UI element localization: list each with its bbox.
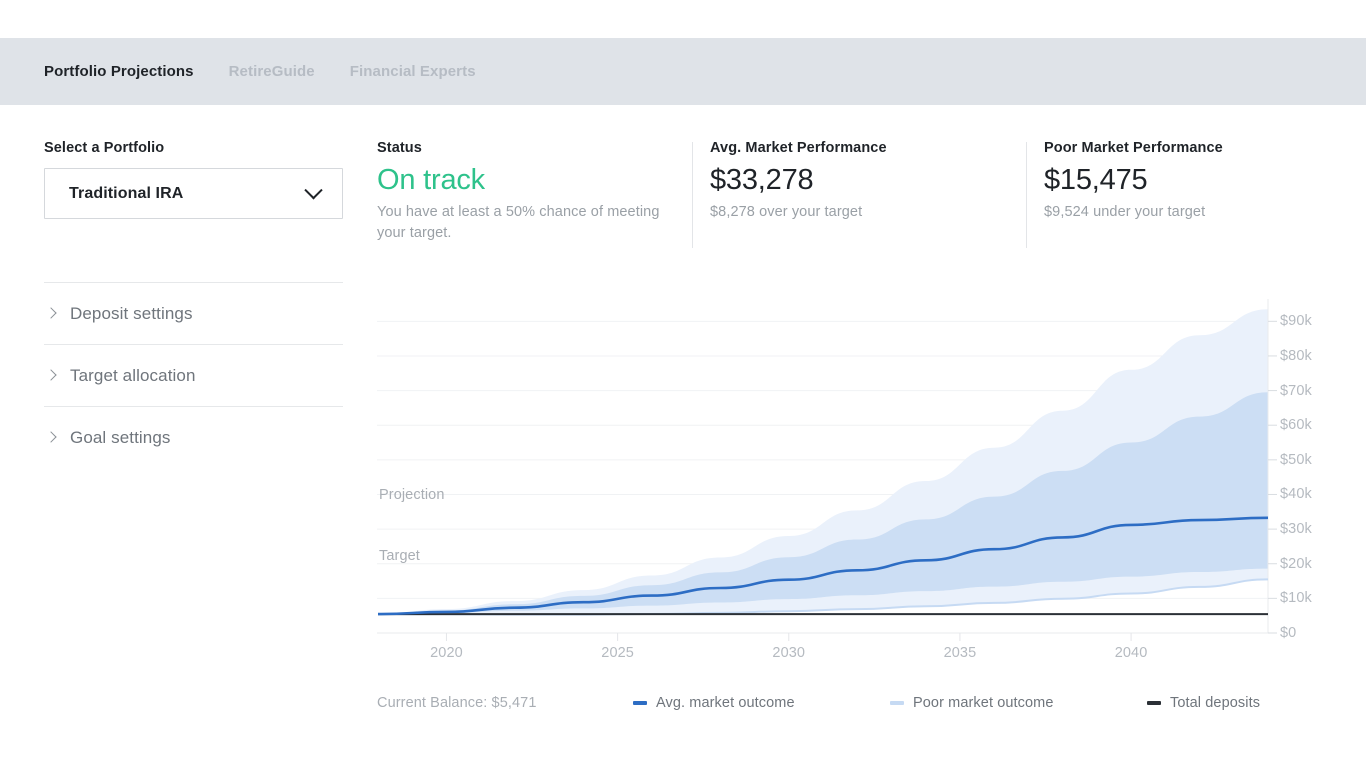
portfolio-select-value: Traditional IRA (69, 184, 184, 202)
y-axis-tick-label: $10k (1280, 590, 1312, 607)
x-axis-tick-label: 2035 (943, 645, 977, 661)
stat-label: Poor Market Performance (1044, 140, 1223, 156)
annotation-target: Target (379, 548, 420, 564)
legend-item-avg-market-outcome[interactable]: Avg. market outcome (633, 695, 795, 711)
select-portfolio-label: Select a Portfolio (44, 140, 165, 156)
y-axis-tick-label: $70k (1280, 382, 1312, 399)
legend-swatch (890, 701, 904, 705)
app-root: Portfolio Projections RetireGuide Financ… (0, 0, 1366, 768)
portfolio-select[interactable]: Traditional IRA (44, 168, 343, 219)
projection-chart-svg (377, 299, 1277, 641)
tab-financial-experts[interactable]: Financial Experts (350, 63, 476, 80)
legend-item-poor-market-outcome[interactable]: Poor market outcome (890, 695, 1054, 711)
stat-value: $15,475 (1044, 164, 1148, 196)
y-axis-tick-label: $60k (1280, 417, 1312, 434)
y-axis-labels: $0 $10k $20k $30k $40k $50k $60k $70k $80k $90k (1280, 285, 1350, 645)
summary-stats-row: Status On track You have at least a 50% … (377, 140, 1337, 250)
chart-legend: Current Balance: $5,471 Avg. market outc… (377, 695, 1277, 717)
tab-retireguide[interactable]: RetireGuide (229, 63, 315, 80)
top-navigation-bar: Portfolio Projections RetireGuide Financ… (0, 38, 1366, 105)
x-axis-tick-label: 2020 (430, 645, 463, 661)
x-axis-labels: 2020 2025 2030 2035 2040 (377, 645, 1277, 675)
legend-label: Poor market outcome (913, 695, 1054, 711)
legend-swatch (1147, 701, 1161, 705)
y-axis-tick-label: $20k (1280, 555, 1312, 572)
annotation-projection: Projection (379, 487, 445, 503)
sidebar-item-label: Goal settings (70, 427, 171, 447)
x-axis-tick-label: 2025 (601, 645, 634, 661)
stat-avg-market-performance: Avg. Market Performance $33,278 $8,278 o… (710, 140, 1030, 223)
current-balance-label: Current Balance: $5,471 (377, 695, 537, 711)
stat-value: $33,278 (710, 164, 814, 196)
legend-label: Total deposits (1170, 695, 1261, 711)
stat-poor-market-performance: Poor Market Performance $15,475 $9,524 u… (1044, 140, 1364, 223)
legend-swatch (633, 701, 647, 705)
sidebar: Select a Portfolio Traditional IRA Depos… (44, 140, 344, 468)
sidebar-item-label: Target allocation (70, 365, 196, 385)
y-axis-tick-label: $40k (1280, 486, 1312, 503)
legend-label: Avg. market outcome (656, 695, 795, 711)
nav-items: Portfolio Projections RetireGuide Financ… (0, 63, 476, 80)
status-value: On track (377, 164, 485, 196)
status-description: You have at least a 50% chance of meetin… (377, 203, 660, 241)
divider (692, 142, 693, 248)
x-axis-tick-label: 2040 (1114, 645, 1148, 661)
sidebar-item-label: Deposit settings (70, 303, 193, 323)
legend-item-total-deposits[interactable]: Total deposits (1147, 695, 1260, 711)
y-axis-tick-label: $80k (1280, 347, 1312, 364)
projection-chart: Projection Target $0 $10k $20k $30k $40k $50k… (377, 285, 1337, 705)
sidebar-item-target-allocation[interactable]: Target allocation (44, 345, 343, 406)
tab-portfolio-projections[interactable]: Portfolio Projections (44, 63, 194, 80)
y-axis-tick-label: $30k (1280, 521, 1312, 538)
y-axis-tick-label: $0 (1280, 625, 1297, 641)
x-axis-tick-label: 2030 (772, 645, 806, 661)
divider (1026, 142, 1027, 248)
sidebar-item-goal-settings[interactable]: Goal settings (44, 407, 343, 468)
stat-status: Status On track You have at least a 50% … (377, 140, 677, 244)
stat-subtext: $8,278 over your target (710, 203, 863, 220)
sidebar-item-deposit-settings[interactable]: Deposit settings (44, 283, 343, 344)
settings-accordion-list: Deposit settings Target allocation Goal … (44, 282, 343, 468)
y-axis-tick-label: $90k (1280, 313, 1312, 330)
y-axis-tick-label: $50k (1280, 451, 1312, 468)
stat-subtext: $9,524 under your target (1044, 203, 1206, 220)
chevron-down-icon (304, 180, 323, 199)
stat-label: Status (377, 140, 422, 156)
stat-label: Avg. Market Performance (710, 140, 887, 156)
